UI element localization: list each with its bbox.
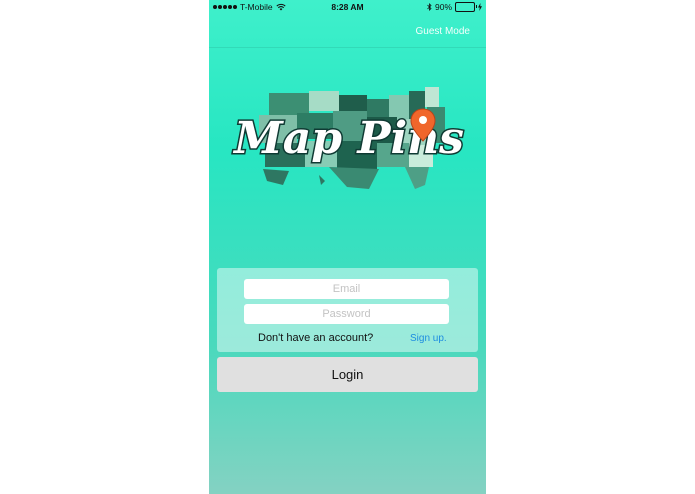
status-right: 90% (427, 2, 482, 12)
no-account-label: Don't have an account? (258, 332, 374, 344)
map-pins-logo: Map Pins (231, 87, 465, 189)
login-panel: Don't have an account? Sign up. (217, 268, 478, 352)
app-screen: T-Mobile 8:28 AM 90% Guest Mode Map Pins… (209, 0, 486, 494)
guest-mode-button[interactable]: Guest Mode (416, 26, 470, 37)
bluetooth-icon (427, 3, 432, 11)
nav-bar: Guest Mode (209, 14, 486, 48)
login-button[interactable]: Login (217, 357, 478, 392)
password-field[interactable] (244, 304, 449, 324)
email-field[interactable] (244, 279, 449, 299)
sign-up-link[interactable]: Sign up. (410, 333, 447, 344)
battery-icon (455, 2, 477, 12)
status-bar: T-Mobile 8:28 AM 90% (209, 0, 486, 14)
battery-percent: 90% (434, 2, 452, 12)
charging-icon (478, 3, 482, 11)
